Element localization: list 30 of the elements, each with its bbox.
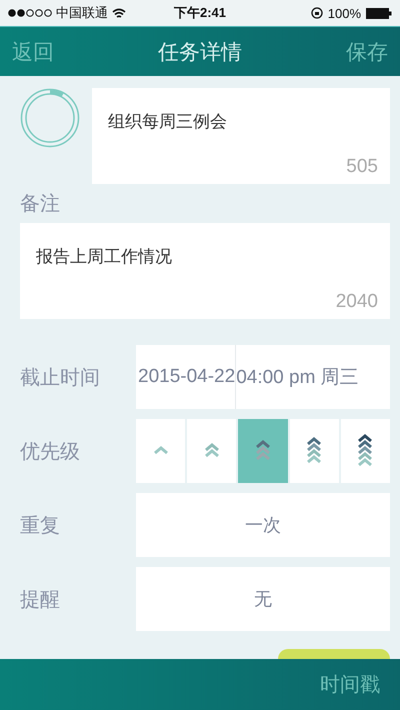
wifi-icon xyxy=(112,8,126,18)
rotation-lock-icon xyxy=(310,7,323,19)
title-field[interactable]: 组织每周三例会 505 xyxy=(92,88,390,184)
deadline-field[interactable]: 2015-04-2204:00 pm 周三 xyxy=(136,345,390,409)
repeat-selector[interactable]: 一次 xyxy=(136,493,390,557)
chevron-icon xyxy=(306,436,322,466)
priority-option[interactable] xyxy=(340,419,390,483)
signal-icon xyxy=(8,9,52,17)
chevron-icon xyxy=(357,433,374,469)
save-button[interactable]: 保存 xyxy=(346,38,388,66)
clock-text: 下午2:41 xyxy=(174,4,226,22)
carrier-text: 中国联通 xyxy=(56,4,108,22)
nav-title: 任务详情 xyxy=(158,38,242,66)
priority-option[interactable] xyxy=(290,419,339,483)
reminder-label: 提醒 xyxy=(20,586,61,612)
action-button[interactable] xyxy=(278,649,390,659)
deadline-label: 截止时间 xyxy=(20,364,101,390)
battery-text: 100% xyxy=(328,6,361,20)
reminder-selector[interactable]: 无 xyxy=(136,567,390,631)
note-field[interactable]: 报告上周工作情况 2040 xyxy=(20,223,390,319)
note-label: 备注 xyxy=(20,190,61,217)
chevron-icon xyxy=(152,445,169,457)
chevron-icon xyxy=(204,442,220,460)
progress-ring xyxy=(20,88,80,148)
repeat-label: 重复 xyxy=(20,512,61,538)
timestamp-tab[interactable]: 时间戳 xyxy=(314,670,386,699)
chevron-icon xyxy=(255,439,271,463)
priority-label: 优先级 xyxy=(20,438,81,464)
back-button[interactable]: 返回 xyxy=(12,38,54,66)
battery-icon xyxy=(366,8,392,18)
